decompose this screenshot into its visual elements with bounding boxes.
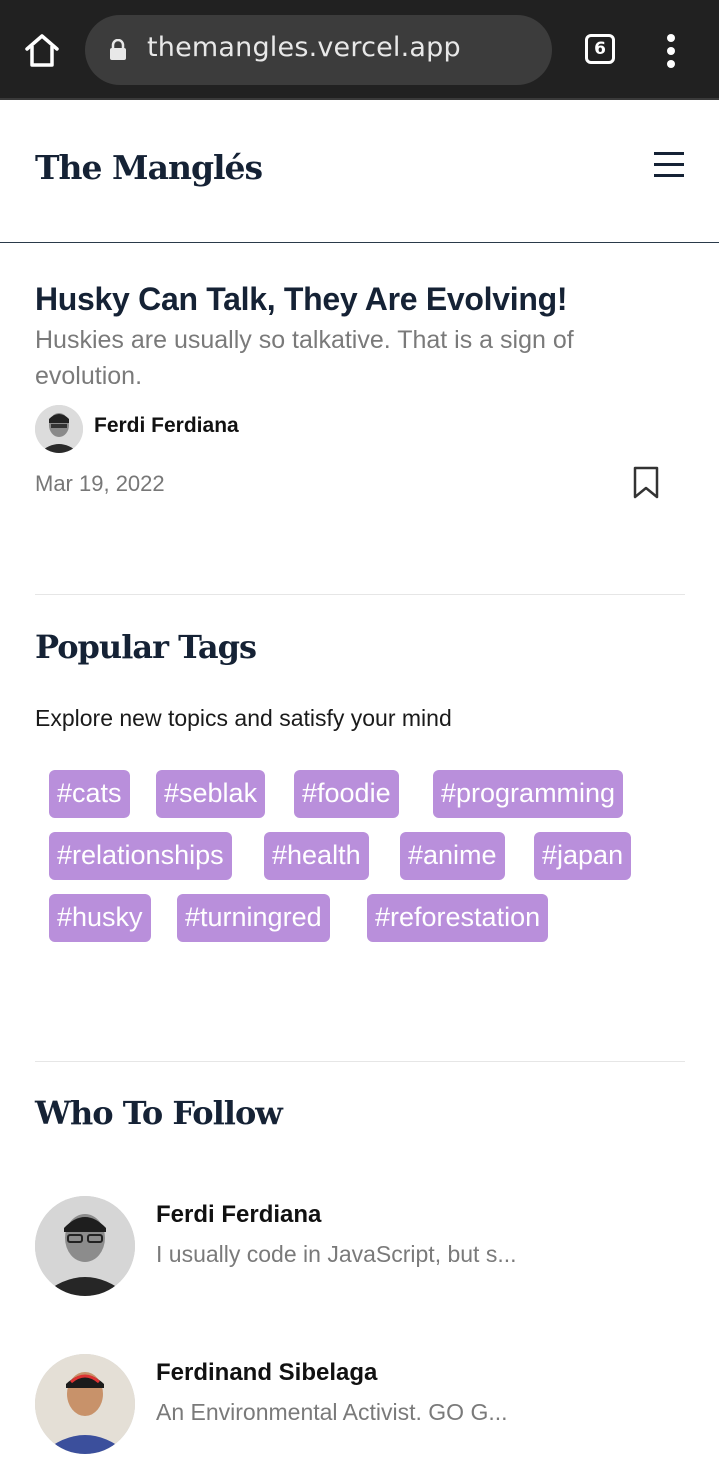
tag-chip[interactable]: #turningred: [177, 894, 330, 942]
author-name: Ferdi Ferdiana: [94, 414, 239, 437]
avatar: [35, 1196, 135, 1296]
follow-bio: An Environmental Activist. GO G...: [156, 1399, 508, 1425]
address-bar[interactable]: themangles.vercel.app: [85, 15, 552, 85]
home-icon[interactable]: [22, 32, 62, 68]
article-date: Mar 19, 2022: [35, 471, 165, 496]
url-text: themangles.vercel.app: [147, 32, 461, 63]
site-header: The Manglés: [0, 100, 719, 243]
who-to-follow-title: Who To Follow: [35, 1094, 283, 1132]
follow-suggestion[interactable]: Ferdi Ferdiana I usually code in JavaScr…: [35, 1196, 685, 1306]
popular-tags-title: Popular Tags: [35, 628, 257, 666]
tag-chip[interactable]: #husky: [49, 894, 151, 942]
bookmark-icon[interactable]: [633, 466, 659, 500]
follow-name: Ferdi Ferdiana: [156, 1201, 322, 1228]
follow-name: Ferdinand Sibelaga: [156, 1359, 378, 1386]
tag-chip[interactable]: #seblak: [156, 770, 266, 818]
lock-icon: [109, 38, 127, 61]
follow-bio: I usually code in JavaScript, but s...: [156, 1241, 517, 1267]
tag-chip[interactable]: #foodie: [294, 770, 399, 818]
tag-chip[interactable]: #cats: [49, 770, 130, 818]
popular-tags-subtitle: Explore new topics and satisfy your mind: [35, 705, 452, 731]
site-logo[interactable]: The Manglés: [35, 148, 263, 187]
follow-suggestion[interactable]: Ferdinand Sibelaga An Environmental Acti…: [35, 1354, 685, 1464]
tag-chip[interactable]: #japan: [534, 832, 632, 880]
tag-chip[interactable]: #programming: [433, 770, 624, 818]
article-summary: Huskies are usually so talkative. That i…: [35, 326, 574, 390]
divider: [35, 594, 685, 595]
article-author[interactable]: Ferdi Ferdiana: [35, 405, 435, 453]
browser-toolbar: themangles.vercel.app 6: [0, 0, 719, 100]
tag-chip[interactable]: #reforestation: [367, 894, 549, 942]
divider: [35, 1061, 685, 1062]
tag-chip[interactable]: #anime: [400, 832, 505, 880]
more-vert-icon[interactable]: [664, 34, 678, 68]
hamburger-icon[interactable]: [654, 152, 684, 180]
tag-chip[interactable]: #relationships: [49, 832, 232, 880]
avatar: [35, 1354, 135, 1454]
article-title[interactable]: Husky Can Talk, They Are Evolving!: [35, 281, 685, 318]
tab-switcher-icon[interactable]: 6: [585, 34, 615, 64]
avatar: [35, 405, 83, 453]
tag-chip[interactable]: #health: [264, 832, 369, 880]
